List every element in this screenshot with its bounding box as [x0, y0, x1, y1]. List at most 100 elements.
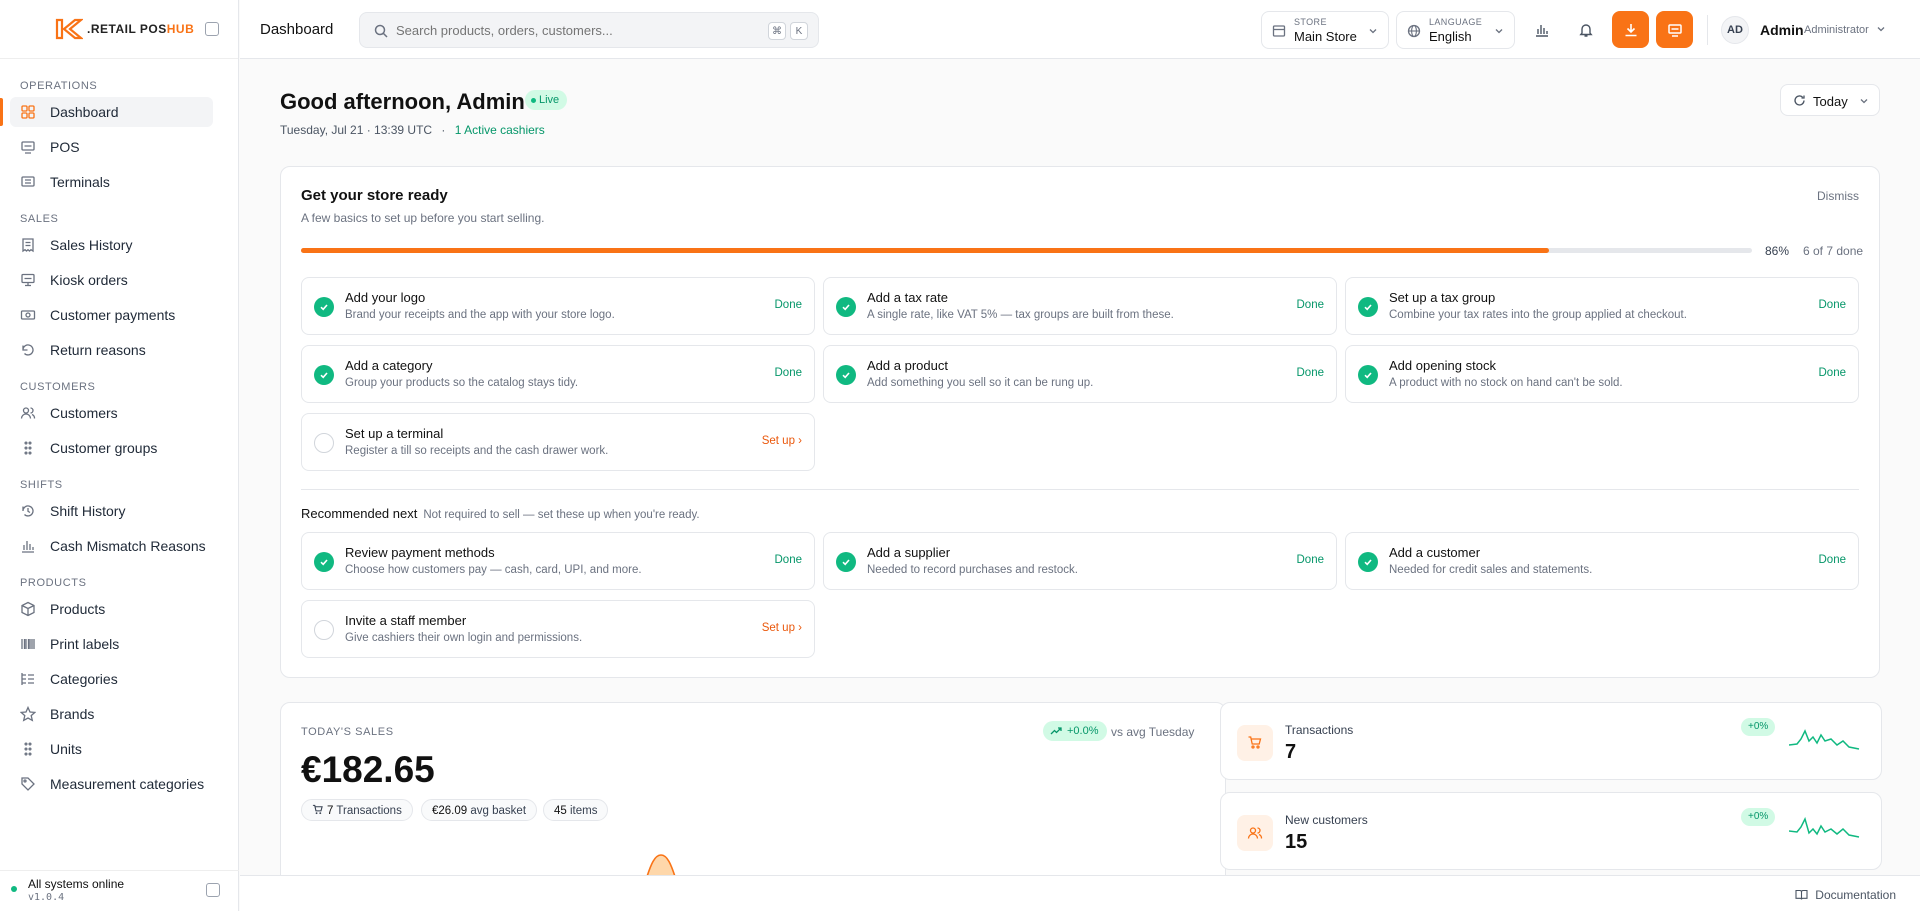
setup-task[interactable]: Add a tax rate A single rate, like VAT 5%… [823, 277, 1337, 335]
sidebar-item-customer-payments[interactable]: Customer payments [10, 300, 213, 330]
sidebar-item-kiosk-orders[interactable]: Kiosk orders [10, 265, 213, 295]
separator: · [441, 123, 446, 137]
section-label: SALES [20, 213, 59, 225]
language-select[interactable]: LANGUAGE English [1396, 11, 1515, 49]
task-status: Done [1818, 367, 1847, 379]
user-name[interactable]: Admin [1760, 22, 1804, 38]
monitor-icon [1667, 23, 1682, 37]
task-description: Combine your tax rates into the group ap… [1389, 309, 1687, 321]
sidebar-item-cash-mismatch-reasons[interactable]: Cash Mismatch Reasons [10, 531, 213, 561]
task-title: Invite a staff member [345, 613, 467, 628]
sidebar-item-sales-history[interactable]: Sales History [10, 230, 213, 260]
active-cashiers-link[interactable]: 1 Active cashiers [455, 123, 545, 137]
bell-icon[interactable] [1576, 20, 1596, 40]
box-icon [20, 601, 36, 617]
setup-task[interactable]: Add a category Group your products so the… [301, 345, 815, 403]
sidebar-toggle-icon[interactable] [205, 22, 219, 36]
store-label: STORE [1294, 17, 1327, 27]
user-role: Administrator [1804, 24, 1869, 36]
sidebar-item-label: Return reasons [50, 342, 146, 358]
analytics-icon[interactable] [1532, 20, 1552, 40]
download-button[interactable] [1612, 11, 1649, 48]
sidebar-item-customer-groups[interactable]: Customer groups [10, 433, 213, 463]
brand-name: .RETAIL POSHUB [87, 22, 195, 36]
check-circle-icon [314, 297, 334, 317]
date-range-select[interactable]: Today [1780, 84, 1880, 116]
chevron-down-icon[interactable] [1876, 24, 1886, 34]
task-title: Add opening stock [1389, 358, 1496, 373]
setup-link[interactable]: Set up › [762, 622, 802, 634]
task-status: Done [1296, 367, 1325, 379]
language-label: LANGUAGE [1429, 17, 1483, 27]
cart-icon [1237, 725, 1273, 761]
empty-circle-icon [314, 433, 334, 453]
sidebar-item-dashboard[interactable]: Dashboard [10, 97, 213, 127]
task-title: Add a product [867, 358, 948, 373]
sidebar-item-pos[interactable]: POS [10, 132, 213, 162]
setup-task[interactable]: Add a supplier Needed to record purchases… [823, 532, 1337, 590]
store-select[interactable]: STORE Main Store [1261, 11, 1389, 49]
task-title: Set up a tax group [1389, 290, 1496, 305]
setup-task[interactable]: Review payment methods Choose how custome… [301, 532, 815, 590]
globe-icon [1407, 24, 1421, 38]
search-input[interactable] [396, 13, 756, 47]
check-circle-icon [314, 365, 334, 385]
trend-up-icon [1050, 727, 1062, 735]
sidebar-item-label: POS [50, 139, 80, 155]
section-label: CUSTOMERS [20, 381, 96, 393]
logo-icon [55, 18, 83, 40]
sidebar-item-print-labels[interactable]: Print labels [10, 629, 213, 659]
clock-icon [20, 503, 36, 519]
sidebar-item-units[interactable]: Units [10, 734, 213, 764]
progress-fill [301, 248, 1549, 253]
check-circle-icon [836, 297, 856, 317]
task-title: Add a supplier [867, 545, 951, 560]
status-text: All systems online [28, 877, 125, 891]
setup-task[interactable]: Add your logo Brand your receipts and the… [301, 277, 815, 335]
sidebar-item-shift-history[interactable]: Shift History [10, 496, 213, 526]
language-value: English [1429, 29, 1472, 44]
check-circle-icon [1358, 297, 1378, 317]
avatar[interactable]: AD [1721, 16, 1749, 44]
sidebar-item-terminals[interactable]: Terminals [10, 167, 213, 197]
sidebar-item-label: Units [50, 741, 82, 757]
avg-basket-chip: €26.09 avg basket [421, 799, 538, 821]
task-status: Done [1296, 299, 1325, 311]
stat-label: New customers [1285, 813, 1368, 827]
setup-task[interactable]: Set up a tax group Combine your tax rates… [1345, 277, 1859, 335]
chevron-down-icon [1860, 99, 1868, 104]
sidebar-item-products[interactable]: Products [10, 594, 213, 624]
star-icon [20, 706, 36, 722]
sidebar-item-categories[interactable]: Categories [10, 664, 213, 694]
sidebar-item-return-reasons[interactable]: Return reasons [10, 335, 213, 365]
brand-logo[interactable]: .RETAIL POSHUB [0, 0, 238, 59]
task-description: Register a till so receipts and the cash… [345, 445, 609, 457]
comparison-text: vs avg Tuesday [1111, 725, 1195, 739]
progress-count: 6 of 7 done [1803, 244, 1864, 258]
sidebar-item-label: Measurement categories [50, 776, 205, 792]
collapse-sidebar-icon[interactable] [206, 883, 220, 897]
pos-terminal-button[interactable] [1656, 11, 1693, 48]
setup-task[interactable]: Invite a staff member Give cashiers their… [301, 600, 815, 658]
stat-card-transactions: Transactions 7 +0% [1220, 702, 1882, 780]
setup-task[interactable]: Set up a terminal Register a till so rece… [301, 413, 815, 471]
setup-task[interactable]: Add a customer Needed for credit sales an… [1345, 532, 1859, 590]
search-box[interactable]: ⌘ K [359, 12, 819, 48]
task-description: Group your products so the catalog stays… [345, 377, 579, 389]
sales-label: TODAY'S SALES [301, 726, 394, 738]
setup-title: Get your store ready [301, 187, 448, 204]
page-title: Good afternoon, Admin [280, 89, 525, 114]
setup-link[interactable]: Set up › [762, 435, 802, 447]
dismiss-button[interactable]: Dismiss [1817, 189, 1859, 203]
sidebar-item-brands[interactable]: Brands [10, 699, 213, 729]
setup-task[interactable]: Add a product Add something you sell so i… [823, 345, 1337, 403]
sidebar-item-measurement-categories[interactable]: Measurement categories [10, 769, 213, 799]
setup-task[interactable]: Add opening stock A product with no stock… [1345, 345, 1859, 403]
sidebar-item-customers[interactable]: Customers [10, 398, 213, 428]
sidebar-item-label: Shift History [50, 503, 126, 519]
book-icon [1795, 889, 1808, 900]
grip-icon [20, 741, 36, 757]
documentation-link[interactable]: Documentation [1795, 888, 1896, 902]
date-text: Tuesday, Jul 21 · 13:39 UTC [280, 123, 433, 137]
stat-card-new-customers: New customers 15 +0% [1220, 792, 1882, 870]
